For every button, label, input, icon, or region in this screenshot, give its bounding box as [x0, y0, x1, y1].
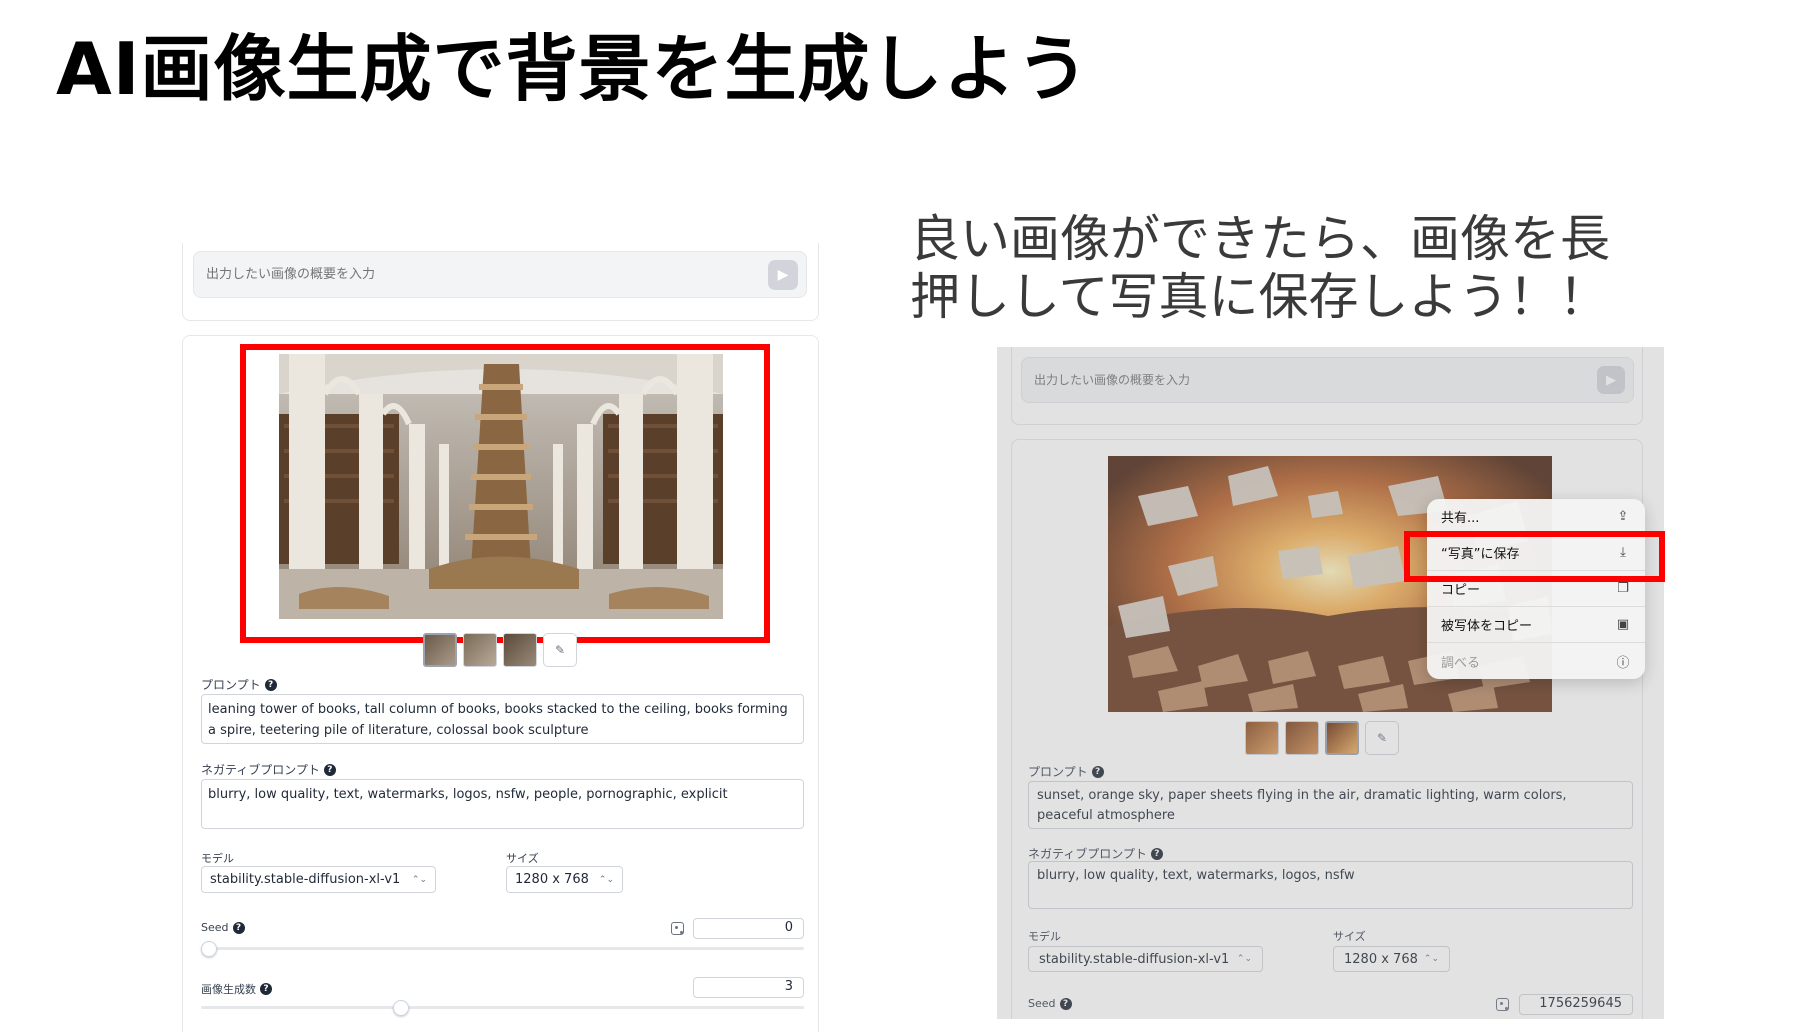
subtitle-line-2: 押しして写真に保存しよう！！ [910, 268, 1609, 326]
lookup-icon: ⓘ [1616, 655, 1630, 671]
chevron-updown-icon: ⌃⌄ [598, 874, 614, 885]
image-highlight-box [240, 344, 770, 643]
save-option-highlight-box [1404, 531, 1665, 582]
image-count-slider[interactable] [201, 1000, 804, 1016]
context-menu-lookup[interactable]: 調べる ⓘ [1427, 643, 1645, 679]
edit-button[interactable]: ✎ [543, 633, 577, 667]
context-menu-share[interactable]: 共有... ⇪ [1427, 499, 1645, 535]
size-label: サイズ [506, 852, 539, 865]
size-select[interactable]: 1280 x 768 ⌃⌄ [506, 866, 623, 893]
thumbnail-strip: ✎ [423, 633, 577, 667]
prompt-input[interactable] [206, 267, 768, 282]
negative-prompt-label: ネガティブプロンプト ? [201, 761, 336, 778]
share-icon: ⇪ [1617, 509, 1629, 524]
subject-icon: ▣ [1616, 617, 1630, 632]
image-count-label: 画像生成数 ? [201, 981, 272, 997]
help-icon[interactable]: ? [323, 763, 336, 776]
send-icon: ▶ [777, 266, 789, 283]
send-button[interactable]: ▶ [768, 259, 798, 290]
model-select[interactable]: stability.stable-diffusion-xl-v1 ⌃⌄ [201, 866, 436, 893]
help-icon[interactable]: ? [260, 983, 272, 995]
thumbnail-3[interactable] [503, 633, 537, 667]
prompt-input-bar: ▶ [193, 251, 807, 298]
seed-label: Seed ? [201, 921, 245, 934]
thumbnail-1[interactable] [423, 633, 457, 667]
image-count-input[interactable]: 3 [693, 977, 804, 998]
help-icon[interactable]: ? [264, 678, 277, 691]
slide-title: AI画像生成で背景を生成しよう [56, 27, 1090, 111]
chevron-updown-icon: ⌃⌄ [411, 874, 427, 885]
copy-icon: ❐ [1617, 581, 1629, 596]
help-icon[interactable]: ? [232, 921, 245, 934]
seed-slider[interactable] [201, 941, 804, 957]
model-label: モデル [201, 852, 234, 865]
edit-icon: ✎ [554, 643, 566, 657]
seed-input[interactable]: 0 [693, 918, 804, 939]
prompt-textarea[interactable]: leaning tower of books, tall column of b… [201, 694, 804, 744]
slide-subtitle: 良い画像ができたら、画像を長 押しして写真に保存しよう！！ [910, 210, 1670, 326]
long-press-dim-overlay [997, 347, 1664, 1019]
context-menu: 共有... ⇪ “写真”に保存 ⤓ コピー ❐ 被写体をコピー ▣ 調べる ⓘ [1427, 499, 1645, 679]
subtitle-line-1: 良い画像ができたら、画像を長 [910, 210, 1610, 268]
prompt-label: プロンプト ? [201, 676, 277, 693]
thumbnail-2[interactable] [463, 633, 497, 667]
seed-slider-handle[interactable] [201, 941, 217, 957]
context-menu-copy-subject[interactable]: 被写体をコピー ▣ [1427, 607, 1645, 643]
image-count-slider-handle[interactable] [392, 1000, 409, 1016]
random-seed-icon[interactable] [671, 922, 684, 935]
negative-prompt-textarea[interactable]: blurry, low quality, text, watermarks, l… [201, 779, 804, 829]
